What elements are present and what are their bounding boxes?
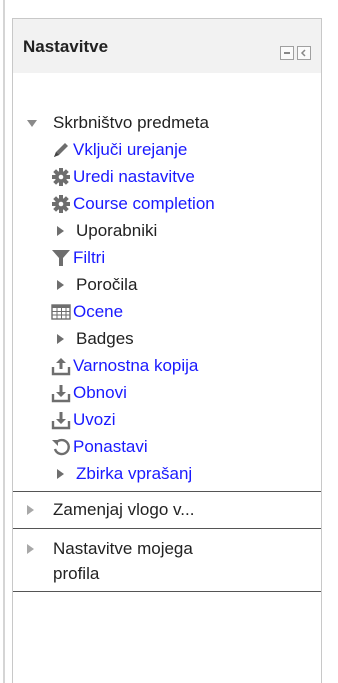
tree-item-filters[interactable]: Filtri <box>13 244 313 271</box>
gear-icon <box>52 168 70 186</box>
tree-item-users[interactable]: Uporabniki <box>13 217 313 244</box>
tree-item-reports[interactable]: Poročila <box>13 271 313 298</box>
minus-box-icon <box>284 52 290 54</box>
block-title: Nastavitve <box>23 37 109 56</box>
profile-settings-label-line1: Nastavitve mojega <box>53 539 193 558</box>
tree-divider <box>13 591 321 592</box>
tree-item-backup[interactable]: Varnostna kopija <box>13 352 313 379</box>
users-label: Uporabniki <box>76 221 158 240</box>
reset-link[interactable]: Ponastavi <box>73 433 148 460</box>
reports-label: Poročila <box>76 275 138 294</box>
gear-icon <box>52 195 70 213</box>
restore-link[interactable]: Obnovi <box>73 379 127 406</box>
tree-item-reset[interactable]: Ponastavi <box>13 433 313 460</box>
collapsed-arrow-icon <box>57 469 64 479</box>
grades-table-icon <box>51 304 71 320</box>
backup-icon <box>51 358 71 376</box>
question-bank-link[interactable]: Zbirka vprašanj <box>76 460 192 487</box>
tree-item-turn-editing-on[interactable]: Vključi urejanje <box>13 136 313 163</box>
collapsed-arrow-icon <box>57 226 64 236</box>
tree-item-grades[interactable]: Ocene <box>13 298 313 325</box>
badges-label: Badges <box>76 329 134 348</box>
dock-block-button[interactable] <box>297 46 311 60</box>
tree-item-import[interactable]: Uvozi <box>13 406 313 433</box>
tree-item-badges[interactable]: Badges <box>13 325 313 352</box>
import-link[interactable]: Uvozi <box>73 406 116 433</box>
switch-role-label: Zamenjaj vlogo v... <box>53 500 195 519</box>
collapsed-arrow-icon <box>57 334 64 344</box>
course-admin-label: Skrbništvo predmeta <box>53 113 209 132</box>
edit-settings-link[interactable]: Uredi nastavitve <box>73 163 195 190</box>
course-completion-link[interactable]: Course completion <box>73 190 215 217</box>
collapsed-arrow-icon <box>57 280 64 290</box>
backup-link[interactable]: Varnostna kopija <box>73 352 198 379</box>
filter-icon <box>52 250 70 266</box>
tree-item-question-bank[interactable]: Zbirka vprašanj <box>13 460 313 487</box>
reset-icon <box>52 438 70 456</box>
expanded-arrow-icon <box>27 120 37 127</box>
pencil-icon <box>54 143 68 157</box>
profile-settings-node[interactable]: Nastavitve mojega profila <box>13 535 313 587</box>
turn-editing-on-link[interactable]: Vključi urejanje <box>73 136 187 163</box>
tree-divider <box>13 528 321 529</box>
import-icon <box>51 412 71 430</box>
collapsed-arrow-icon <box>27 505 34 515</box>
block-header: Nastavitve <box>13 19 321 73</box>
restore-icon <box>51 385 71 403</box>
course-admin-node[interactable]: Skrbništvo predmeta <box>13 109 313 136</box>
tree-item-restore[interactable]: Obnovi <box>13 379 313 406</box>
page-left-border <box>3 0 5 683</box>
switch-role-node[interactable]: Zamenjaj vlogo v... <box>13 496 313 523</box>
tree-divider <box>13 491 321 492</box>
settings-block: Nastavitve Skrbništvo predmeta Vključi u… <box>12 18 322 683</box>
profile-settings-label-line2: profila <box>53 564 100 583</box>
collapsed-arrow-icon <box>27 544 34 554</box>
hide-block-button[interactable] <box>280 46 294 60</box>
tree-item-course-completion[interactable]: Course completion <box>13 190 313 217</box>
filters-link[interactable]: Filtri <box>73 244 105 271</box>
dock-left-icon <box>300 49 306 57</box>
grades-link[interactable]: Ocene <box>73 298 123 325</box>
tree-item-edit-settings[interactable]: Uredi nastavitve <box>13 163 313 190</box>
